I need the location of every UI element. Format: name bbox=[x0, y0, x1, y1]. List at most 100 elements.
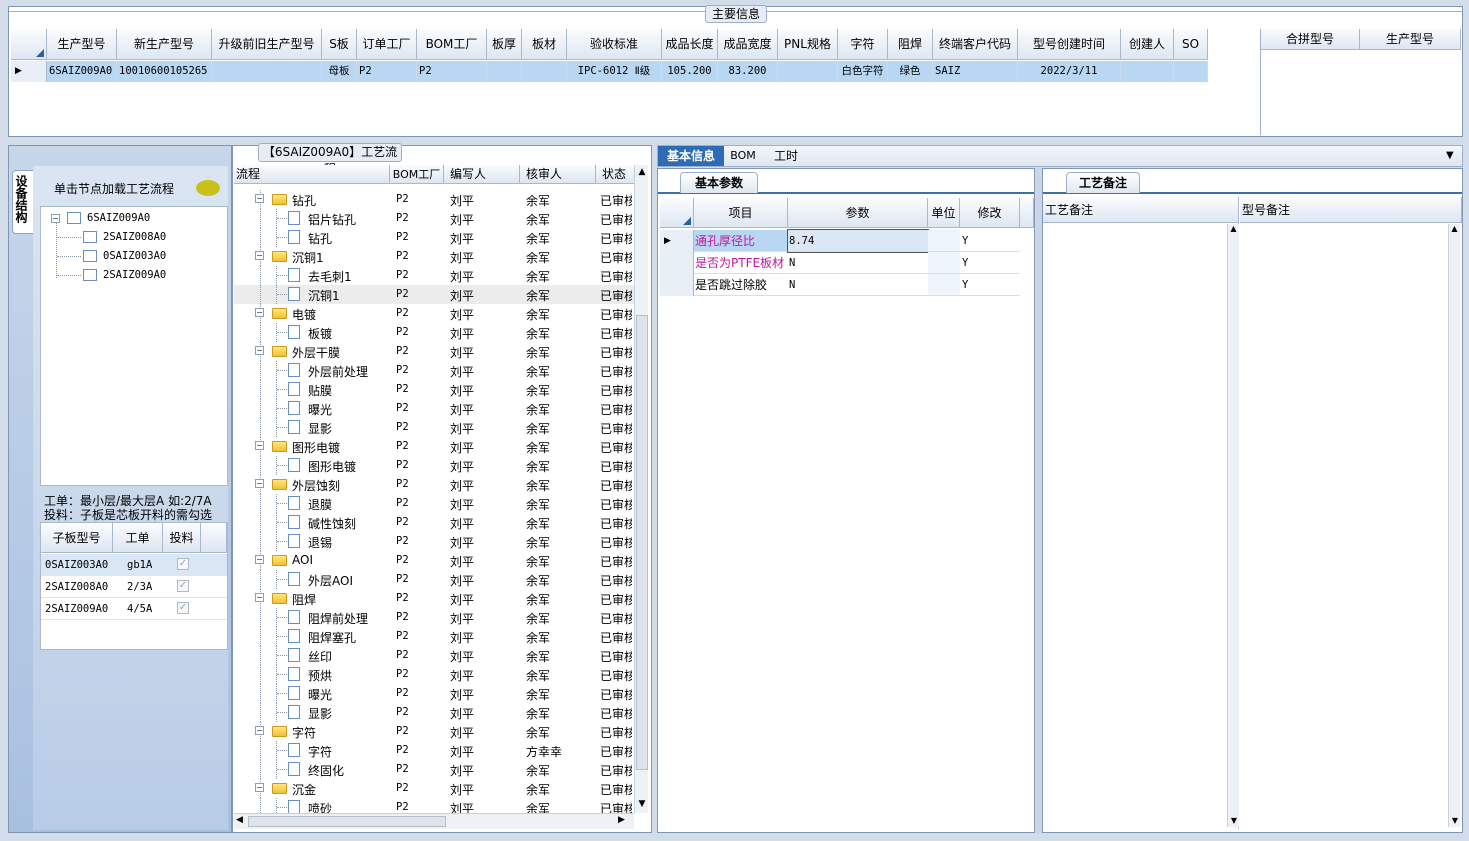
data-cell[interactable] bbox=[522, 61, 567, 82]
column-header[interactable]: 成品宽度 bbox=[718, 29, 778, 60]
step-name[interactable]: 图形电镀 bbox=[308, 458, 356, 475]
column-header[interactable]: 字符 bbox=[838, 29, 888, 60]
process-row[interactable]: 外层前处理 P2 刘平 余军 已审核 bbox=[234, 361, 634, 380]
collapse-icon[interactable]: − bbox=[255, 346, 264, 355]
process-row[interactable]: − 阻焊 P2 刘平 余军 已审核 bbox=[234, 589, 634, 608]
process-row[interactable]: 贴膜 P2 刘平 余军 已审核 bbox=[234, 380, 634, 399]
data-cell[interactable]: 10010600105265 bbox=[117, 61, 212, 82]
vertical-tab[interactable]: 设备结构 bbox=[12, 170, 34, 234]
tab-basic-info[interactable]: 基本信息 bbox=[658, 146, 724, 166]
data-cell[interactable] bbox=[212, 61, 322, 82]
process-row[interactable]: − 钻孔 P2 刘平 余军 已审核 bbox=[234, 190, 634, 209]
feed-checkbox[interactable]: ✓ bbox=[177, 602, 189, 614]
step-name[interactable]: 阻焊塞孔 bbox=[308, 629, 356, 646]
column-header[interactable]: 新生产型号 bbox=[117, 29, 212, 60]
collapse-icon[interactable]: − bbox=[255, 726, 264, 735]
column-header[interactable]: PNL规格 bbox=[778, 29, 838, 60]
collapse-icon[interactable]: − bbox=[255, 308, 264, 317]
data-cell[interactable]: SAIZ bbox=[933, 61, 1018, 82]
column-header[interactable]: SO bbox=[1174, 29, 1208, 60]
column-header[interactable]: 创建人 bbox=[1121, 29, 1174, 60]
data-cell[interactable]: 白色字符 bbox=[838, 61, 888, 82]
step-name[interactable]: 铝片钻孔 bbox=[308, 211, 356, 228]
remark-scroll[interactable]: ▲ ▼ bbox=[1227, 224, 1239, 827]
process-row[interactable]: 退膜 P2 刘平 余军 已审核 bbox=[234, 494, 634, 513]
step-name[interactable]: 字符 bbox=[308, 743, 332, 760]
process-row[interactable]: 阻焊塞孔 P2 刘平 余军 已审核 bbox=[234, 627, 634, 646]
step-name[interactable]: 终固化 bbox=[308, 762, 344, 779]
process-row[interactable]: 板镀 P2 刘平 余军 已审核 bbox=[234, 323, 634, 342]
process-row[interactable]: − AOI P2 刘平 余军 已审核 bbox=[234, 551, 634, 570]
process-row[interactable]: − 外层干膜 P2 刘平 余军 已审核 bbox=[234, 342, 634, 361]
step-name[interactable]: AOI bbox=[292, 553, 313, 567]
column-header[interactable]: 订单工厂 bbox=[357, 29, 417, 60]
param-value[interactable]: N bbox=[788, 252, 928, 274]
step-name[interactable]: 喷砂 bbox=[308, 800, 332, 813]
step-name[interactable]: 电镀 bbox=[292, 306, 316, 323]
column-header[interactable]: 成品长度 bbox=[662, 29, 718, 60]
process-row[interactable]: 预烘 P2 刘平 余军 已审核 bbox=[234, 665, 634, 684]
process-grid[interactable]: 流程 BOM工厂 编写人 核审人 状态 − 钻孔 P2 刘平 余军 已审核 铝片钻孔 P2 刘平 余军 已审核… bbox=[234, 165, 634, 813]
step-name[interactable]: 阻焊 bbox=[292, 591, 316, 608]
process-remark-input[interactable] bbox=[1043, 224, 1227, 827]
tab-dropdown-icon[interactable]: ▼ bbox=[1446, 150, 1454, 161]
data-cell[interactable] bbox=[487, 61, 522, 82]
sub-row[interactable]: 2SAIZ008A0 2/3A ✓ bbox=[41, 576, 227, 598]
data-cell[interactable]: 105.200 bbox=[662, 61, 718, 82]
collapse-icon[interactable]: − bbox=[255, 251, 264, 260]
tree-node[interactable]: 0SAIZ003A0 bbox=[103, 250, 166, 262]
tab-bom[interactable]: BOM bbox=[728, 146, 758, 166]
step-name[interactable]: 沉铜1 bbox=[292, 249, 324, 266]
param-value[interactable]: 8.74 bbox=[787, 229, 929, 253]
data-cell[interactable]: IPC-6012 Ⅱ级 bbox=[567, 61, 662, 82]
scroll-thumb[interactable] bbox=[636, 315, 648, 770]
model-tree[interactable]: − 6SAIZ009A0 2SAIZ008A0 0SAIZ003A0 2SAIZ… bbox=[40, 206, 228, 486]
data-cell[interactable]: 6SAIZ009A0 bbox=[47, 61, 117, 82]
tab-basic-params[interactable]: 基本参数 bbox=[680, 172, 758, 193]
step-name[interactable]: 外层AOI bbox=[308, 572, 353, 589]
column-header[interactable]: 生产型号 bbox=[47, 29, 117, 60]
column-header[interactable]: BOM工厂 bbox=[417, 29, 487, 60]
step-name[interactable]: 曝光 bbox=[308, 686, 332, 703]
collapse-icon[interactable]: − bbox=[255, 441, 264, 450]
step-name[interactable]: 钻孔 bbox=[292, 192, 316, 209]
process-row[interactable]: 碱性蚀刻 P2 刘平 余军 已审核 bbox=[234, 513, 634, 532]
process-hscroll[interactable]: ◀ ▶ bbox=[234, 813, 634, 829]
process-row[interactable]: 退锡 P2 刘平 余军 已审核 bbox=[234, 532, 634, 551]
data-cell[interactable]: 83.200 bbox=[718, 61, 778, 82]
step-name[interactable]: 外层干膜 bbox=[292, 344, 340, 361]
process-row[interactable]: 沉铜1 P2 刘平 余军 已审核 bbox=[234, 285, 634, 304]
column-header[interactable]: 阻焊 bbox=[888, 29, 933, 60]
step-name[interactable]: 沉铜1 bbox=[308, 287, 340, 304]
process-row[interactable]: 铝片钻孔 P2 刘平 余军 已审核 bbox=[234, 209, 634, 228]
data-cell[interactable] bbox=[1121, 61, 1174, 82]
step-name[interactable]: 碱性蚀刻 bbox=[308, 515, 356, 532]
process-row[interactable]: 曝光 P2 刘平 余军 已审核 bbox=[234, 399, 634, 418]
tree-node[interactable]: 2SAIZ009A0 bbox=[103, 269, 166, 281]
data-cell[interactable] bbox=[778, 61, 838, 82]
process-row[interactable]: 曝光 P2 刘平 余军 已审核 bbox=[234, 684, 634, 703]
tab-process-remark[interactable]: 工艺备注 bbox=[1066, 172, 1140, 193]
process-row[interactable]: 阻焊前处理 P2 刘平 余军 已审核 bbox=[234, 608, 634, 627]
column-header[interactable]: 终端客户代码 bbox=[933, 29, 1018, 60]
model-remark-input[interactable] bbox=[1240, 224, 1448, 827]
step-name[interactable]: 显影 bbox=[308, 420, 332, 437]
column-header[interactable]: 升级前旧生产型号 bbox=[212, 29, 322, 60]
tab-hours[interactable]: 工时 bbox=[768, 146, 804, 166]
sub-row[interactable]: 2SAIZ009A0 4/5A ✓ bbox=[41, 598, 227, 620]
data-cell[interactable] bbox=[1174, 61, 1208, 82]
collapse-icon[interactable]: − bbox=[255, 555, 264, 564]
data-cell[interactable]: P2 bbox=[417, 61, 487, 82]
remark-scroll[interactable]: ▲ ▼ bbox=[1448, 224, 1460, 827]
step-name[interactable]: 去毛刺1 bbox=[308, 268, 352, 285]
process-row[interactable]: 外层AOI P2 刘平 余军 已审核 bbox=[234, 570, 634, 589]
step-name[interactable]: 退锡 bbox=[308, 534, 332, 551]
process-row[interactable]: − 沉铜1 P2 刘平 余军 已审核 bbox=[234, 247, 634, 266]
step-name[interactable]: 字符 bbox=[292, 724, 316, 741]
process-row[interactable]: − 字符 P2 刘平 余军 已审核 bbox=[234, 722, 634, 741]
process-row[interactable]: − 电镀 P2 刘平 余军 已审核 bbox=[234, 304, 634, 323]
process-row[interactable]: 丝印 P2 刘平 余军 已审核 bbox=[234, 646, 634, 665]
step-name[interactable]: 曝光 bbox=[308, 401, 332, 418]
param-value[interactable]: N bbox=[788, 274, 928, 296]
column-header[interactable]: 型号创建时间 bbox=[1018, 29, 1121, 60]
